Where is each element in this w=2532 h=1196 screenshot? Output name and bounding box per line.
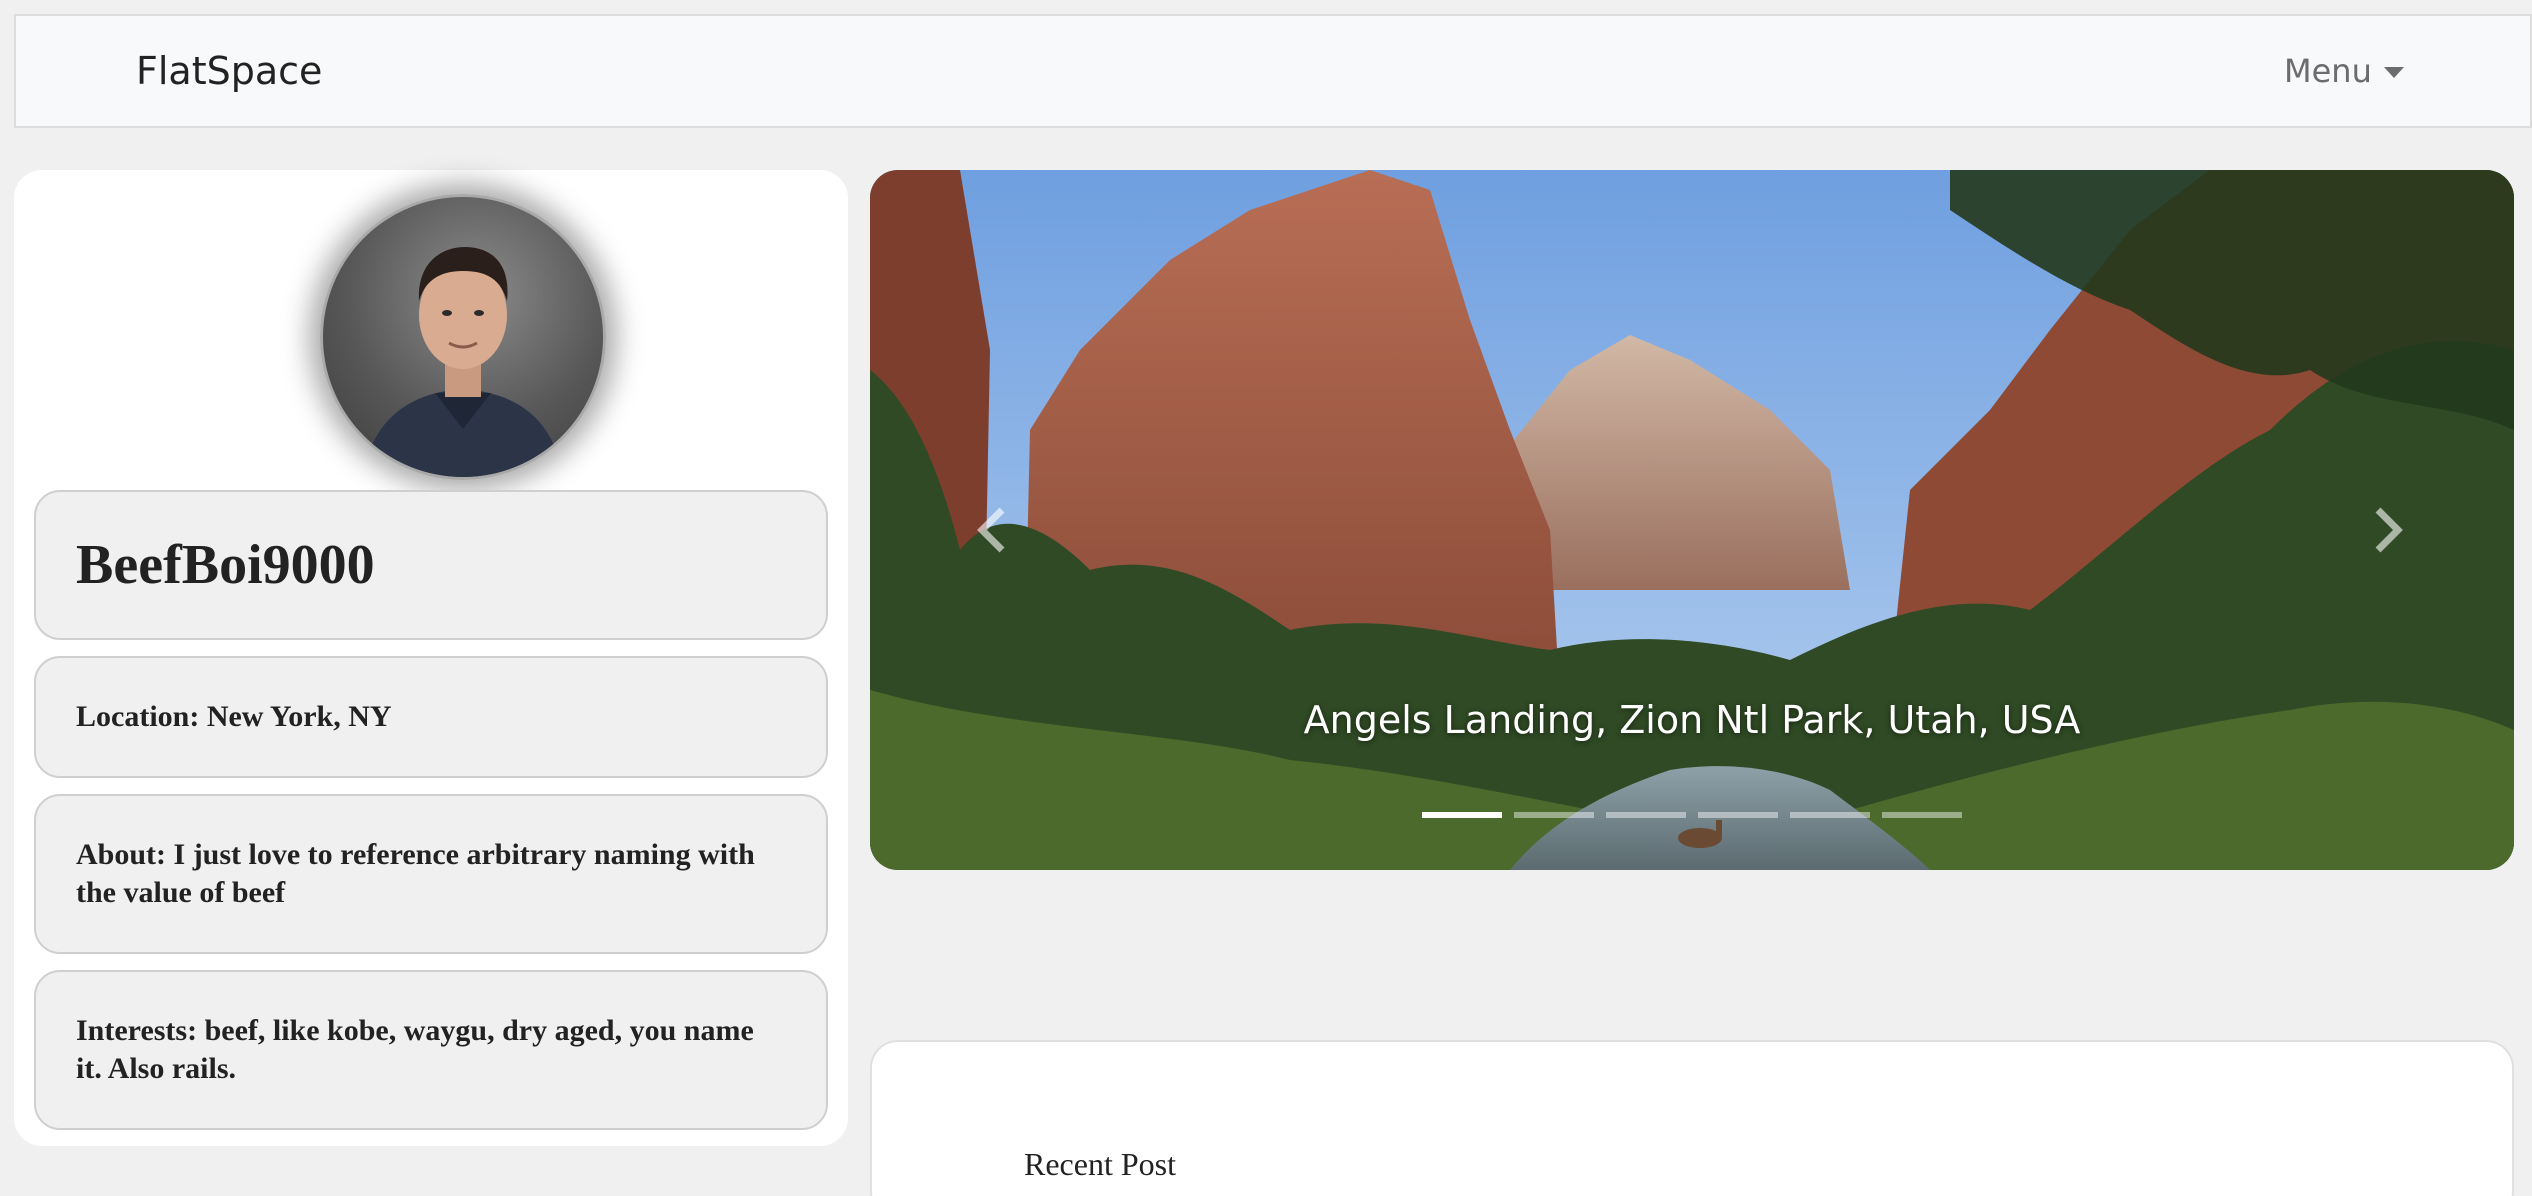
carousel-indicator[interactable] bbox=[1698, 812, 1778, 818]
menu-label: Menu bbox=[2284, 52, 2372, 90]
chevron-right-icon bbox=[2375, 507, 2403, 553]
about-text: About: I just love to reference arbitrar… bbox=[76, 838, 755, 909]
page: FlatSpace Menu BeefBoi9000 Location: New… bbox=[0, 0, 2532, 1196]
interests-text: Interests: beef, like kobe, waygu, dry a… bbox=[76, 1014, 754, 1085]
carousel-indicator[interactable] bbox=[1514, 812, 1594, 818]
carousel-indicator[interactable] bbox=[1606, 812, 1686, 818]
recent-post-card: Recent Post bbox=[870, 1040, 2514, 1196]
interests-box: Interests: beef, like kobe, waygu, dry a… bbox=[34, 970, 828, 1130]
brand-logo-link[interactable]: FlatSpace bbox=[136, 16, 322, 126]
about-box: About: I just love to reference arbitrar… bbox=[34, 794, 828, 954]
carousel-slide-image bbox=[870, 170, 2514, 870]
chevron-left-icon bbox=[977, 507, 1005, 553]
carousel-prev-button[interactable] bbox=[952, 470, 1032, 590]
caret-down-icon bbox=[2383, 66, 2404, 78]
location-text: Location: New York, NY bbox=[76, 700, 392, 733]
carousel-indicator[interactable] bbox=[1790, 812, 1870, 818]
profile-card: BeefBoi9000 Location: New York, NY About… bbox=[14, 170, 848, 1146]
recent-post-heading: Recent Post bbox=[1024, 1146, 1176, 1182]
avatar bbox=[320, 194, 606, 480]
avatar-photo bbox=[363, 247, 563, 477]
carousel-caption: Angels Landing, Zion Ntl Park, Utah, USA bbox=[1303, 698, 2081, 742]
username: BeefBoi9000 bbox=[76, 534, 375, 596]
carousel-indicator[interactable] bbox=[1422, 812, 1502, 818]
top-navbar: FlatSpace Menu bbox=[14, 14, 2532, 128]
carousel-next-button[interactable] bbox=[2348, 470, 2428, 590]
menu-dropdown-toggle[interactable]: Menu bbox=[2284, 16, 2404, 126]
username-box: BeefBoi9000 bbox=[34, 490, 828, 640]
carousel-indicator[interactable] bbox=[1882, 812, 1962, 818]
location-box: Location: New York, NY bbox=[34, 656, 828, 778]
carousel-indicators bbox=[1422, 812, 1962, 818]
photo-carousel: Angels Landing, Zion Ntl Park, Utah, USA bbox=[870, 170, 2514, 870]
